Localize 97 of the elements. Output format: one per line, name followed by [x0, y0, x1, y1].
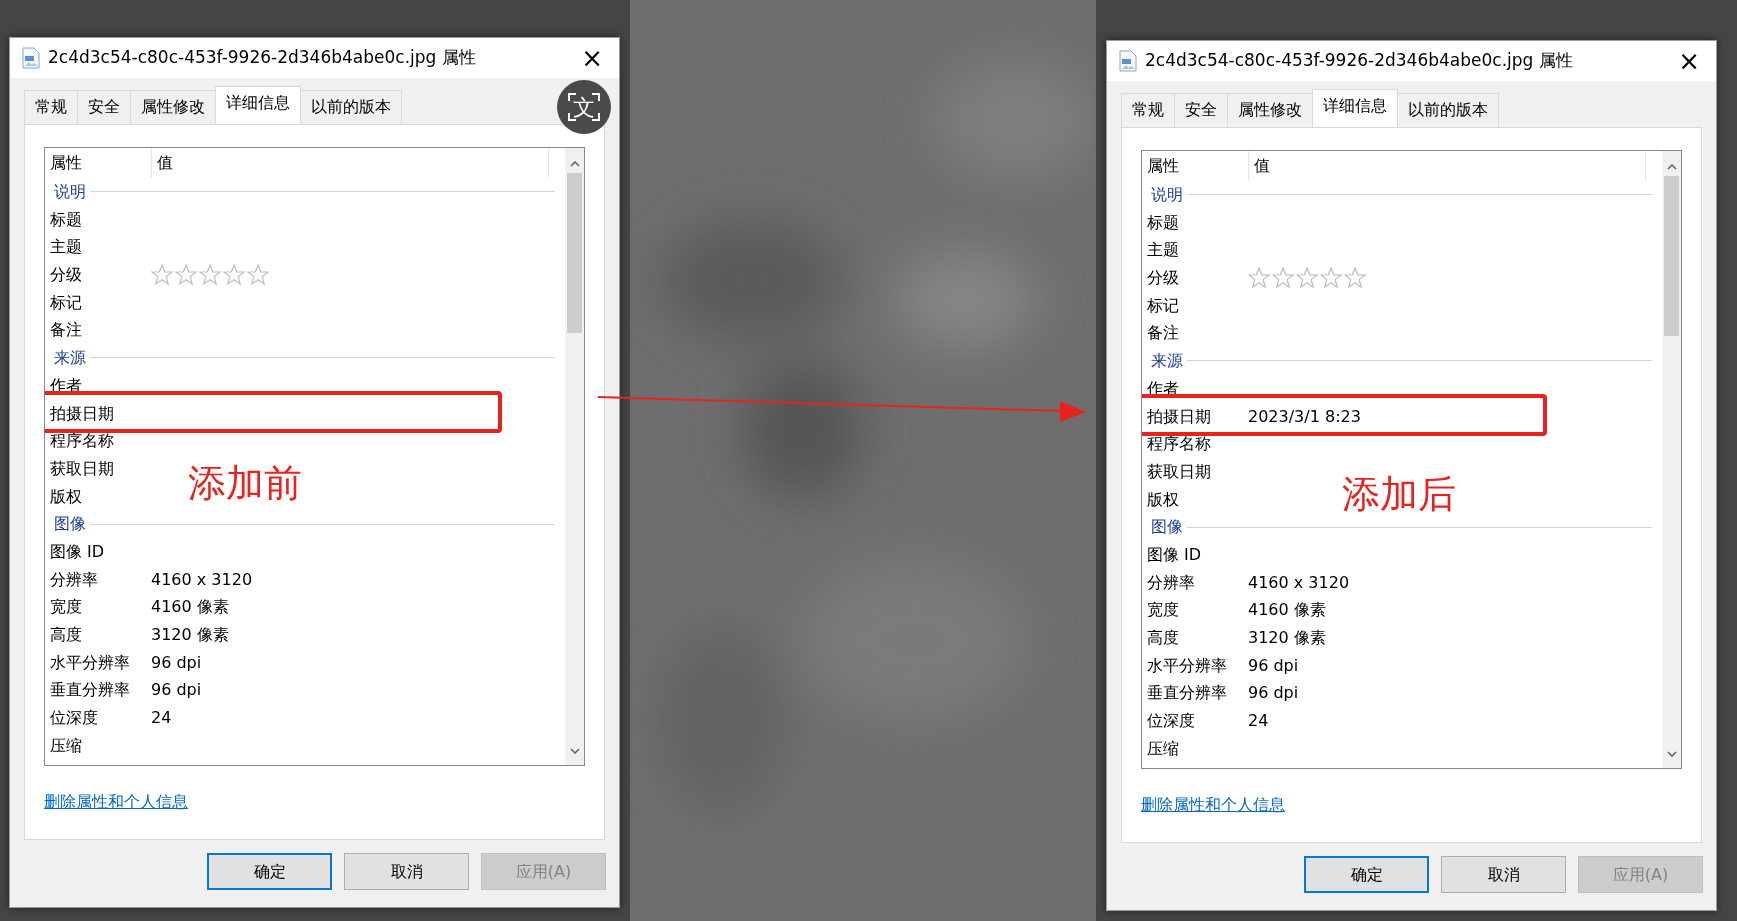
property-value: 24 — [151, 707, 172, 730]
translate-button[interactable]: 文 — [557, 80, 611, 134]
star-icon[interactable] — [223, 264, 245, 286]
property-value: 4160 x 3120 — [1248, 571, 1350, 594]
tab[interactable]: 详细信息 — [1312, 89, 1398, 127]
property-name: 垂直分辨率 — [49, 679, 131, 702]
scrollbar[interactable] — [1662, 151, 1681, 768]
scroll-up-icon[interactable] — [1666, 163, 1677, 170]
column-header[interactable]: 属性 — [1142, 151, 1248, 181]
property-name: 版权 — [49, 485, 83, 508]
scrollbar-thumb[interactable] — [567, 172, 582, 333]
property-name: 高度 — [1146, 627, 1180, 649]
property-value: 4160 像素 — [151, 596, 229, 619]
property-name: 标记 — [49, 291, 83, 314]
window-title: 2c4d3c54-c80c-453f-9926-2d346b4abe0c.jpg 属性 — [1145, 49, 1573, 73]
tab[interactable]: 常规 — [1121, 93, 1175, 127]
property-name: 分级 — [1146, 267, 1180, 290]
star-icon[interactable] — [1296, 267, 1318, 289]
star-icon[interactable] — [199, 264, 221, 286]
dialog-button[interactable]: 取消 — [1441, 856, 1566, 893]
property-value: 96 dpi — [1248, 654, 1299, 677]
property-name: 分级 — [49, 264, 83, 287]
column-header[interactable]: 属性 — [45, 148, 151, 178]
property-name: 获取日期 — [1146, 460, 1212, 483]
property-name: 备注 — [1146, 322, 1180, 345]
tab[interactable]: 详细信息 — [215, 86, 301, 124]
column-header[interactable]: 值 — [151, 148, 549, 178]
star-icon[interactable] — [1344, 267, 1366, 289]
property-value: 4160 x 3120 — [151, 568, 253, 591]
property-name: 分辨率 — [1146, 571, 1196, 594]
star-icon[interactable] — [151, 264, 173, 286]
group-heading: 图像 — [53, 513, 86, 536]
property-name: 压缩 — [49, 734, 83, 757]
property-name: 垂直分辨率 — [1146, 682, 1228, 705]
property-name: 拍摄日期 — [1146, 405, 1212, 428]
property-value: 3120 像素 — [1248, 627, 1326, 649]
scroll-down-icon[interactable] — [569, 747, 580, 754]
scrollbar-thumb[interactable] — [1664, 175, 1679, 336]
close-button[interactable]: × — [577, 45, 607, 71]
scan-frame-icon — [567, 92, 601, 122]
tab[interactable]: 以前的版本 — [300, 90, 402, 124]
group-heading: 说明 — [1150, 183, 1183, 206]
property-name: 位深度 — [49, 707, 99, 730]
star-icon[interactable] — [1248, 267, 1270, 289]
star-icon[interactable] — [175, 264, 197, 286]
image-file-icon — [22, 47, 40, 69]
property-name: 标题 — [1146, 211, 1180, 234]
annotation-text: 添加后 — [1342, 475, 1456, 513]
property-name: 获取日期 — [49, 457, 115, 480]
property-name: 水平分辨率 — [1146, 654, 1228, 677]
tab[interactable]: 常规 — [24, 90, 78, 124]
property-value: 2023/3/1 8:23 — [1248, 405, 1361, 428]
property-name: 版权 — [1146, 488, 1180, 511]
tab[interactable]: 以前的版本 — [1397, 93, 1499, 127]
window-title: 2c4d3c54-c80c-453f-9926-2d346b4abe0c.jpg 属性 — [48, 46, 476, 70]
dialog-button[interactable]: 取消 — [344, 853, 469, 890]
property-name: 拍摄日期 — [49, 402, 115, 425]
property-value: 4160 像素 — [1248, 599, 1326, 622]
star-icon[interactable] — [1320, 267, 1342, 289]
property-value: 24 — [1248, 710, 1269, 733]
scrollbar[interactable] — [565, 148, 584, 765]
star-icon[interactable] — [1272, 267, 1294, 289]
scroll-down-icon[interactable] — [1666, 750, 1677, 757]
property-name: 分辨率 — [49, 568, 99, 591]
close-button[interactable]: × — [1674, 48, 1704, 74]
property-name: 主题 — [49, 236, 83, 259]
group-heading: 说明 — [53, 180, 86, 203]
remove-properties-link[interactable]: 删除属性和个人信息 — [44, 792, 188, 811]
property-name: 宽度 — [1146, 599, 1180, 622]
property-name: 高度 — [49, 624, 83, 646]
property-name: 压缩 — [1146, 737, 1180, 760]
star-icon[interactable] — [247, 264, 269, 286]
property-name: 程序名称 — [49, 430, 115, 453]
dialog-button[interactable]: 确定 — [1304, 856, 1429, 893]
property-name: 程序名称 — [1146, 433, 1212, 456]
remove-properties-link[interactable]: 删除属性和个人信息 — [1141, 795, 1285, 814]
group-heading: 来源 — [53, 346, 86, 369]
property-value: 96 dpi — [1248, 682, 1299, 705]
property-value: 96 dpi — [151, 651, 202, 674]
annotation-text: 添加前 — [188, 464, 302, 502]
property-name: 备注 — [49, 319, 83, 342]
group-heading: 来源 — [1150, 349, 1183, 372]
property-name: 宽度 — [49, 596, 83, 619]
scroll-up-icon[interactable] — [569, 160, 580, 167]
property-name: 图像 ID — [49, 540, 106, 563]
property-name: 水平分辨率 — [49, 651, 131, 674]
group-heading: 图像 — [1150, 516, 1183, 539]
property-name: 标题 — [49, 208, 83, 231]
property-name: 位深度 — [1146, 710, 1196, 733]
property-name: 图像 ID — [1146, 543, 1203, 566]
property-name: 主题 — [1146, 239, 1180, 262]
property-value: 96 dpi — [151, 679, 202, 702]
column-header[interactable]: 值 — [1248, 151, 1646, 181]
property-name: 标记 — [1146, 294, 1180, 317]
image-file-icon — [1119, 50, 1137, 72]
dialog-button[interactable]: 确定 — [207, 853, 332, 890]
property-value: 3120 像素 — [151, 624, 229, 646]
